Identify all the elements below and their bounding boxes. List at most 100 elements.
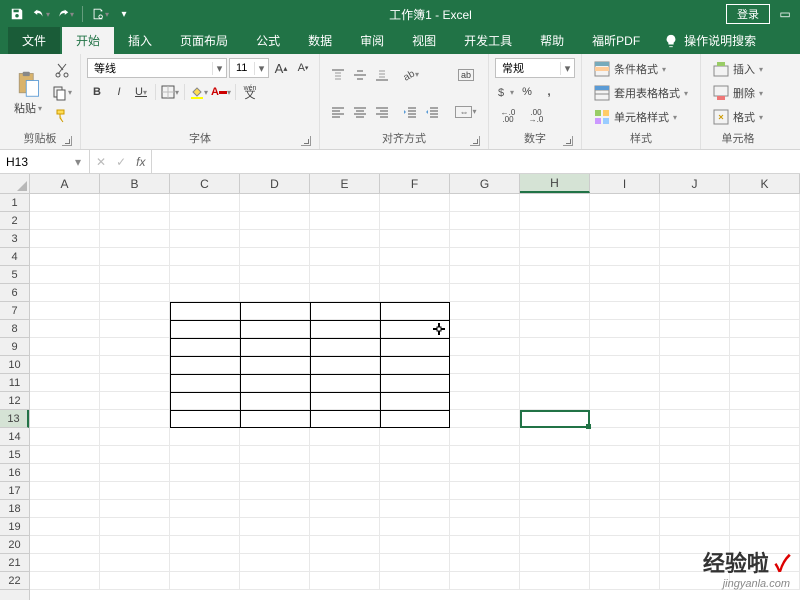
row-header[interactable]: 21: [0, 554, 29, 572]
redo-icon[interactable]: ▾: [54, 3, 76, 25]
cell[interactable]: [660, 338, 730, 356]
cell[interactable]: [170, 428, 240, 446]
cell[interactable]: [30, 554, 100, 572]
cell[interactable]: [730, 482, 800, 500]
cell[interactable]: [520, 320, 590, 338]
print-preview-icon[interactable]: ▾: [89, 3, 111, 25]
cell[interactable]: [170, 464, 240, 482]
cell[interactable]: [520, 266, 590, 284]
cell[interactable]: [170, 230, 240, 248]
cell[interactable]: [590, 374, 660, 392]
column-header[interactable]: C: [170, 174, 240, 193]
cell[interactable]: [380, 518, 450, 536]
cell[interactable]: [730, 338, 800, 356]
cell[interactable]: [310, 248, 380, 266]
row-header[interactable]: 15: [0, 446, 29, 464]
cell[interactable]: [30, 482, 100, 500]
cell[interactable]: [100, 554, 170, 572]
row-header[interactable]: 12: [0, 392, 29, 410]
cell[interactable]: [240, 194, 310, 212]
cell[interactable]: [590, 410, 660, 428]
column-header[interactable]: J: [660, 174, 730, 193]
cell[interactable]: [590, 194, 660, 212]
cell[interactable]: [30, 356, 100, 374]
cell[interactable]: [310, 500, 380, 518]
cell[interactable]: [310, 446, 380, 464]
cell[interactable]: [30, 392, 100, 410]
fill-color-button[interactable]: ▾: [189, 82, 209, 102]
cell[interactable]: [310, 482, 380, 500]
cell[interactable]: [520, 356, 590, 374]
row-header[interactable]: 19: [0, 518, 29, 536]
cell[interactable]: [450, 464, 520, 482]
cell[interactable]: [730, 266, 800, 284]
cell[interactable]: [660, 230, 730, 248]
cell[interactable]: [100, 212, 170, 230]
tab-developer[interactable]: 开发工具: [450, 27, 526, 54]
cell[interactable]: [240, 428, 310, 446]
cell[interactable]: [310, 392, 380, 410]
copy-button[interactable]: ▾: [52, 83, 72, 103]
cell[interactable]: [660, 284, 730, 302]
row-headers[interactable]: 12345678910111213141516171819202122: [0, 194, 30, 600]
number-launcher-icon[interactable]: [563, 136, 573, 146]
cell[interactable]: [450, 446, 520, 464]
cell[interactable]: [730, 194, 800, 212]
cell[interactable]: [170, 482, 240, 500]
row-header[interactable]: 8: [0, 320, 29, 338]
select-all-corner[interactable]: [0, 174, 30, 194]
cell[interactable]: [240, 266, 310, 284]
cell[interactable]: [100, 248, 170, 266]
cell[interactable]: [660, 194, 730, 212]
row-header[interactable]: 20: [0, 536, 29, 554]
cell[interactable]: [30, 266, 100, 284]
cell[interactable]: [520, 572, 590, 590]
cell[interactable]: [520, 482, 590, 500]
cell[interactable]: [590, 392, 660, 410]
cell[interactable]: [310, 338, 380, 356]
cell[interactable]: [100, 500, 170, 518]
cell[interactable]: [30, 536, 100, 554]
bold-button[interactable]: B: [87, 82, 107, 102]
cell[interactable]: [380, 266, 450, 284]
cell[interactable]: [590, 482, 660, 500]
underline-button[interactable]: U▾: [131, 82, 151, 102]
row-header[interactable]: 14: [0, 428, 29, 446]
number-format-dropdown[interactable]: 常规▾: [495, 58, 575, 78]
cell[interactable]: [660, 392, 730, 410]
cell[interactable]: [450, 302, 520, 320]
cell[interactable]: [450, 230, 520, 248]
row-header[interactable]: 11: [0, 374, 29, 392]
cell[interactable]: [30, 464, 100, 482]
cell[interactable]: [100, 446, 170, 464]
cell[interactable]: [170, 554, 240, 572]
cell[interactable]: [450, 518, 520, 536]
row-header[interactable]: 18: [0, 500, 29, 518]
font-name-dropdown[interactable]: 等线▾: [87, 58, 227, 78]
cell[interactable]: [450, 338, 520, 356]
qat-customize-icon[interactable]: ▾: [113, 3, 135, 25]
cut-button[interactable]: [52, 60, 72, 80]
cell[interactable]: [730, 248, 800, 266]
cell[interactable]: [310, 320, 380, 338]
cell[interactable]: [730, 446, 800, 464]
cell[interactable]: [380, 212, 450, 230]
fx-icon[interactable]: fx: [136, 155, 145, 169]
cell[interactable]: [450, 374, 520, 392]
column-header[interactable]: H: [520, 174, 590, 193]
cell[interactable]: [170, 320, 240, 338]
cell[interactable]: [240, 482, 310, 500]
cell[interactable]: [100, 482, 170, 500]
cell[interactable]: [450, 410, 520, 428]
cell[interactable]: [100, 518, 170, 536]
cell[interactable]: [310, 302, 380, 320]
cell-styles-button[interactable]: 单元格样式▾: [590, 107, 692, 127]
cell[interactable]: [310, 266, 380, 284]
cell[interactable]: [660, 320, 730, 338]
cell[interactable]: [520, 248, 590, 266]
italic-button[interactable]: I: [109, 82, 129, 102]
delete-cells-button[interactable]: 删除▾: [709, 83, 767, 103]
cell[interactable]: [450, 212, 520, 230]
cell[interactable]: [30, 230, 100, 248]
cell[interactable]: [450, 572, 520, 590]
